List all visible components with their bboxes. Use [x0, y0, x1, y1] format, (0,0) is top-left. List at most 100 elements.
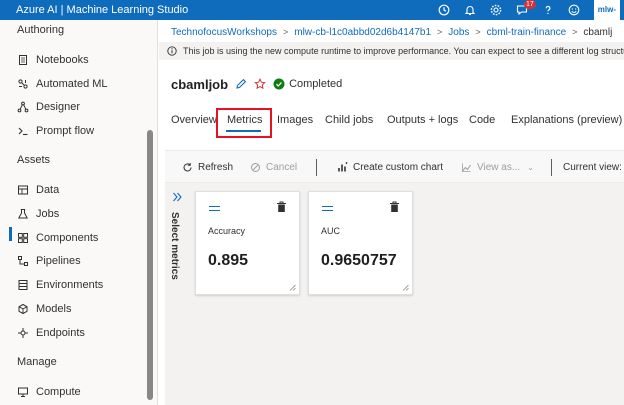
pipelines-icon	[17, 255, 29, 267]
cancel-icon	[250, 162, 261, 173]
account-button[interactable]: mlw-	[593, 0, 620, 20]
sidebar-item-pipelines[interactable]: Pipelines	[17, 251, 81, 271]
chevron-right-icon: >	[437, 27, 443, 37]
sidebar-item-data[interactable]: Data	[17, 180, 59, 200]
bar-chart-icon	[337, 161, 348, 173]
jobs-icon	[17, 208, 29, 220]
endpoints-icon	[17, 327, 29, 339]
sidebar-item-label: Pipelines	[36, 255, 81, 267]
sidebar-item-components[interactable]: Components	[17, 228, 98, 248]
metric-card-auc[interactable]: AUC 0.9650757	[308, 191, 413, 295]
gear-icon[interactable]	[490, 4, 502, 16]
job-status: Completed	[289, 78, 343, 90]
current-view-label: Current view:	[563, 161, 622, 173]
cancel-button[interactable]: Cancel	[250, 160, 297, 174]
bell-icon[interactable]	[464, 4, 476, 16]
sidebar-item-compute[interactable]: Compute	[17, 382, 81, 402]
sidebar: Authoring Notebooks Automated ML Designe…	[0, 20, 158, 405]
tab-code[interactable]: Code	[469, 110, 495, 130]
sidebar-item-jobs[interactable]: Jobs	[17, 204, 59, 224]
compute-icon	[17, 386, 29, 398]
sidebar-item-automated-ml[interactable]: Automated ML	[17, 74, 108, 94]
prompt-flow-icon	[17, 125, 29, 137]
sidebar-item-models[interactable]: Models	[17, 299, 71, 319]
tab-child-jobs[interactable]: Child jobs	[325, 110, 373, 130]
automl-icon	[17, 78, 29, 90]
feedback-icon[interactable]: 17	[516, 0, 536, 16]
sidebar-item-endpoints[interactable]: Endpoints	[17, 323, 85, 343]
components-icon	[17, 232, 29, 244]
breadcrumb-workspace-group[interactable]: TechnofocusWorkshops	[171, 27, 277, 38]
resize-handle-icon[interactable]	[289, 284, 296, 291]
sidebar-item-prompt-flow[interactable]: Prompt flow	[17, 121, 94, 141]
smiley-icon[interactable]	[568, 4, 580, 16]
cancel-label: Cancel	[266, 161, 298, 173]
drag-handle-icon[interactable]	[322, 206, 333, 211]
check-circle-icon	[273, 78, 285, 90]
create-custom-chart-button[interactable]: Create custom chart	[337, 160, 443, 174]
sidebar-item-label: Compute	[36, 386, 81, 398]
sidebar-item-label: Prompt flow	[36, 125, 95, 137]
tab-overview[interactable]: Overview	[171, 110, 217, 130]
refresh-label: Refresh	[198, 161, 234, 173]
breadcrumb-current: cbamlj	[583, 26, 613, 38]
drag-handle-icon[interactable]	[209, 206, 220, 211]
trash-icon[interactable]	[276, 201, 287, 213]
sidebar-item-label: Jobs	[36, 208, 60, 220]
sidebar-item-designer[interactable]: Designer	[17, 97, 80, 117]
resize-handle-icon[interactable]	[402, 284, 409, 291]
sidebar-section-manage: Manage	[17, 356, 57, 368]
selected-tab-highlight	[216, 108, 272, 138]
view-as-label: View as...	[477, 161, 521, 173]
sidebar-active-indicator	[9, 227, 12, 241]
metrics-canvas: Select metrics Accuracy 0.895 AUC 0.9650…	[165, 183, 624, 405]
info-banner: This job is using the new compute runtim…	[159, 42, 624, 60]
models-icon	[17, 303, 29, 315]
sidebar-item-environments[interactable]: Environments	[17, 275, 103, 295]
sidebar-item-label: Notebooks	[36, 54, 89, 66]
refresh-icon	[182, 162, 193, 173]
toolbar-divider	[316, 159, 317, 176]
tab-explanations[interactable]: Explanations (preview)	[511, 110, 622, 130]
breadcrumb-workspace[interactable]: mlw-cb-l1c0abbd02d6b4147b1	[294, 27, 431, 38]
info-icon	[167, 46, 177, 56]
sidebar-scrollbar[interactable]	[147, 130, 153, 400]
tab-images[interactable]: Images	[277, 110, 313, 130]
job-name: cbamljob	[171, 76, 229, 92]
view-as-dropdown[interactable]: View as... ⌄	[461, 160, 534, 174]
chevron-right-icon: >	[282, 27, 289, 37]
sidebar-item-label: Environments	[36, 279, 104, 291]
select-metrics-panel[interactable]: Select metrics	[165, 183, 189, 405]
metric-name: Accuracy	[208, 226, 246, 236]
environments-icon	[17, 279, 29, 291]
breadcrumb: TechnofocusWorkshops > mlw-cb-l1c0abbd02…	[171, 25, 612, 39]
select-metrics-label[interactable]: Select metrics	[169, 212, 180, 280]
metric-value: 0.895	[208, 252, 249, 269]
info-banner-text: This job is using the new compute runtim…	[183, 46, 624, 56]
tab-outputs-logs[interactable]: Outputs + logs	[387, 110, 458, 130]
clock-icon[interactable]	[438, 4, 450, 16]
refresh-button[interactable]: Refresh	[182, 160, 233, 174]
top-bar-icons: 17 mlw-	[438, 0, 624, 20]
chevron-right-icon: >	[475, 27, 481, 37]
sidebar-item-label: Data	[36, 184, 60, 196]
breadcrumb-jobs[interactable]: Jobs	[448, 27, 469, 38]
edit-icon[interactable]	[235, 78, 247, 90]
star-icon[interactable]	[254, 78, 266, 90]
breadcrumb-experiment[interactable]: cbml-train-finance	[487, 27, 566, 38]
main-content: TechnofocusWorkshops > mlw-cb-l1c0abbd02…	[159, 20, 624, 405]
sidebar-item-label: Endpoints	[36, 327, 85, 339]
chevron-down-icon: ⌄	[527, 162, 534, 172]
job-header: cbamljob Completed	[171, 76, 342, 92]
trash-icon[interactable]	[389, 201, 400, 213]
double-chevron-right-icon[interactable]	[171, 191, 183, 203]
metric-card-accuracy[interactable]: Accuracy 0.895	[195, 191, 300, 295]
sidebar-item-label: Automated ML	[36, 78, 108, 90]
sidebar-item-notebooks[interactable]: Notebooks	[17, 50, 89, 70]
help-icon[interactable]	[542, 4, 554, 16]
sidebar-section-authoring: Authoring	[17, 24, 65, 36]
sidebar-item-label: Designer	[36, 101, 81, 113]
top-bar: Azure AI | Machine Learning Studio 17 ml…	[0, 0, 624, 20]
app-title[interactable]: Azure AI | Machine Learning Studio	[0, 4, 188, 16]
metric-value: 0.9650757	[321, 252, 397, 269]
